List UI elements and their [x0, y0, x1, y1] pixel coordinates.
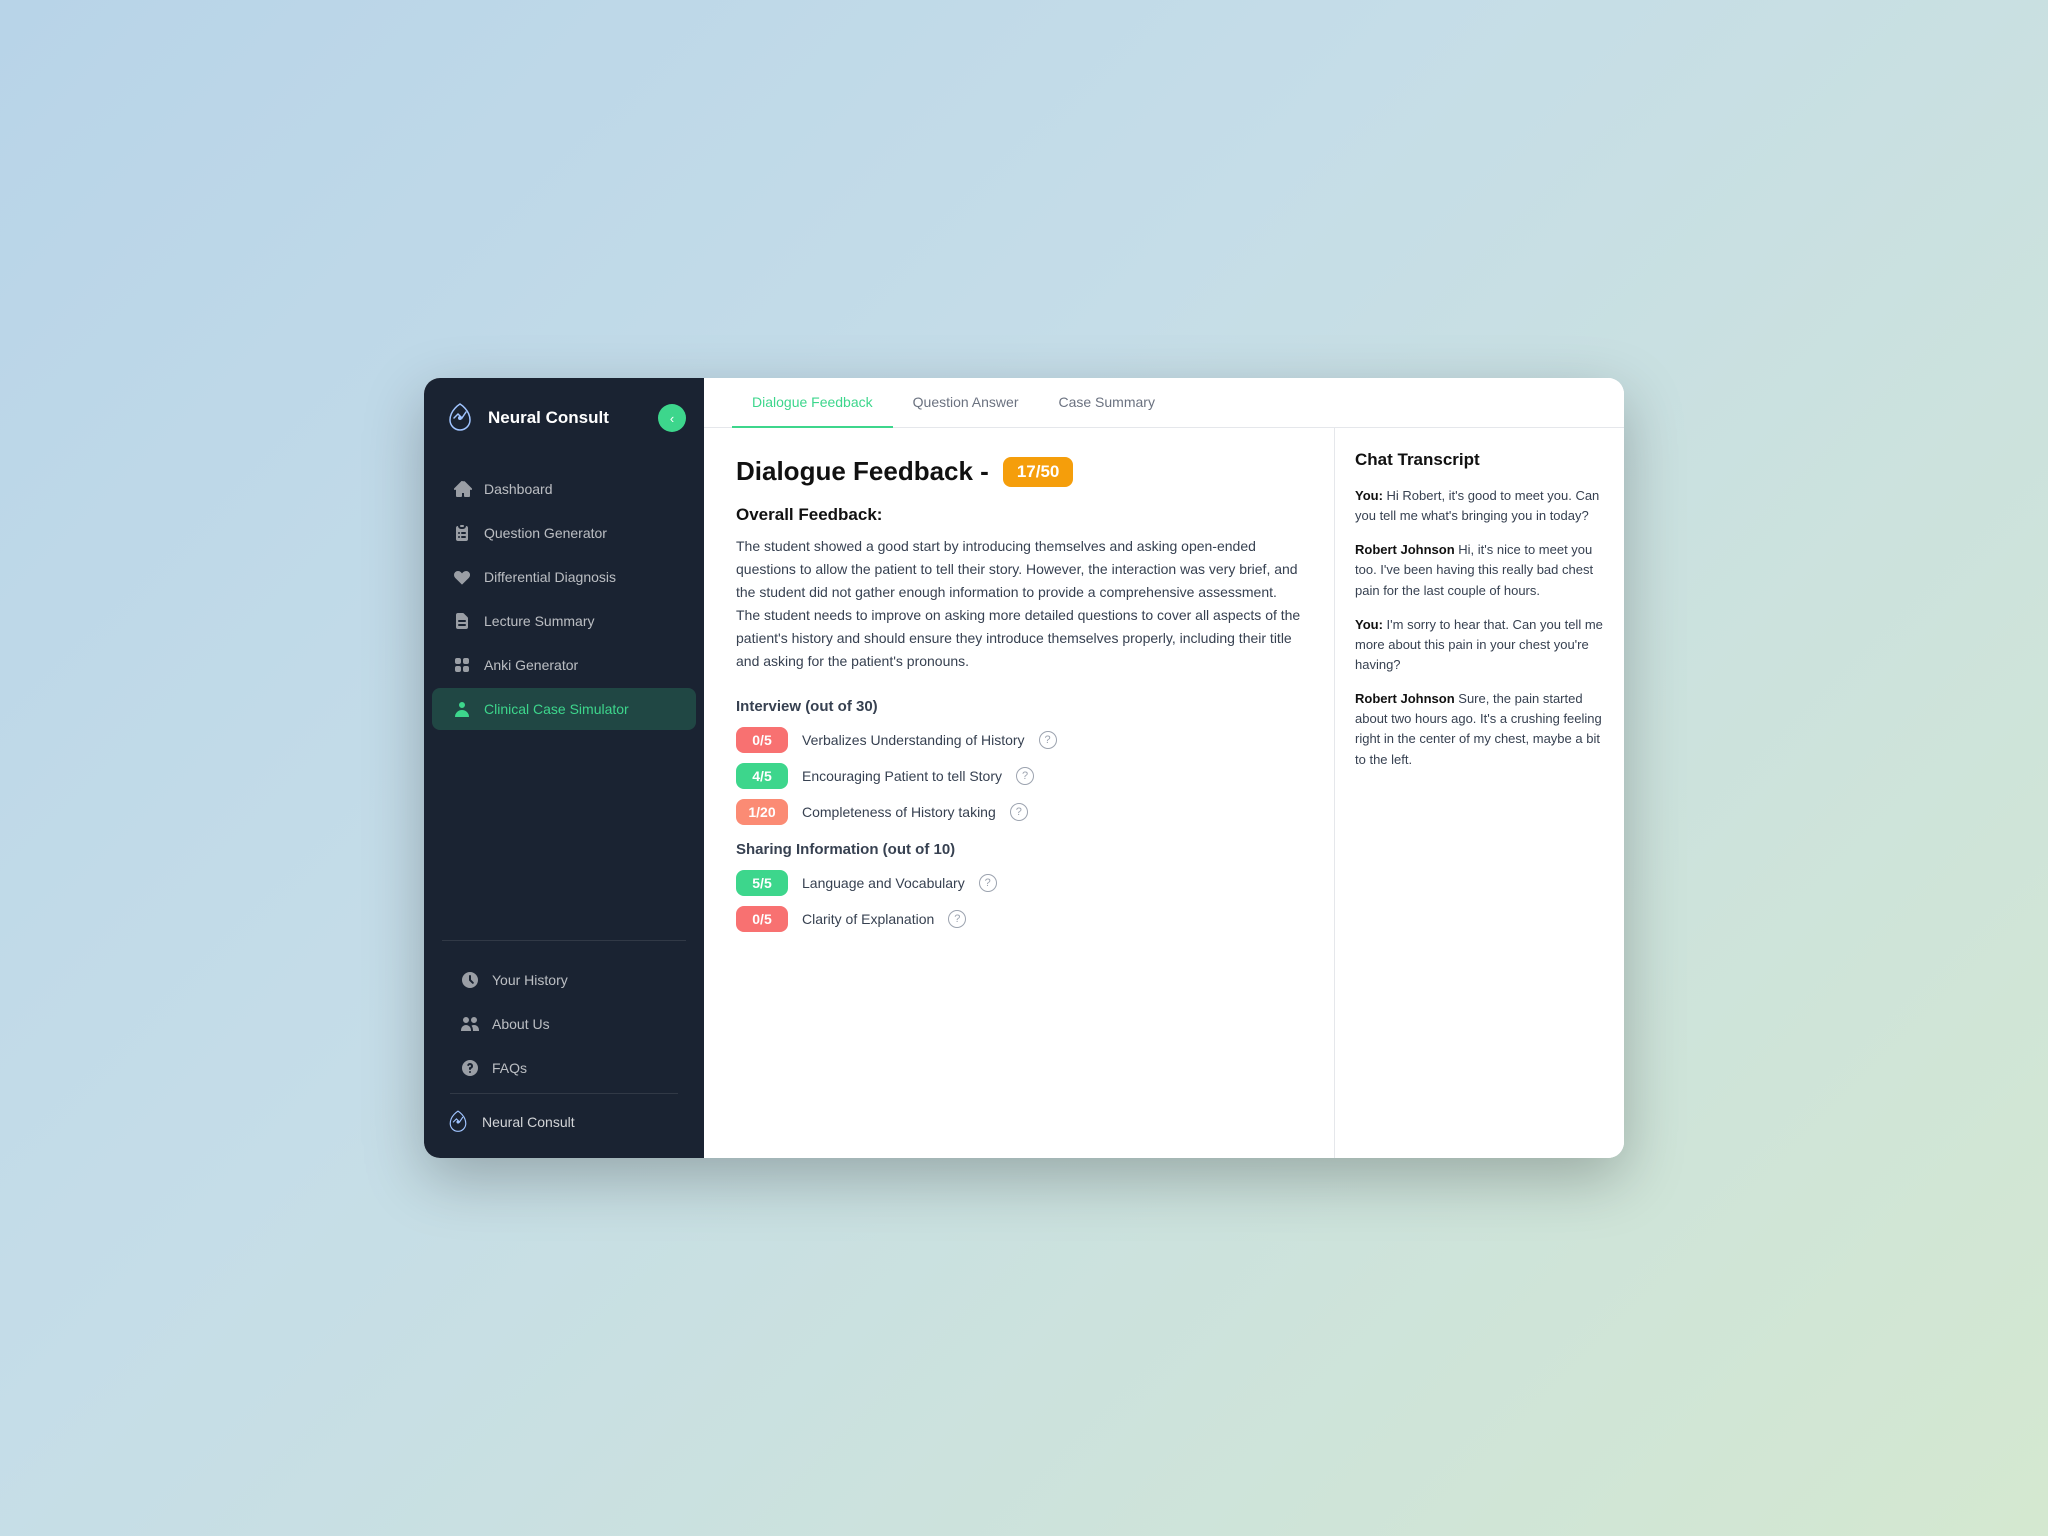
sidebar-footer: Your History About Us FAQs	[424, 945, 704, 1158]
sidebar-item-differential-diagnosis[interactable]: Differential Diagnosis	[432, 556, 696, 598]
app-container: Neural Consult ‹ Dashboard Question Gene…	[424, 378, 1624, 1158]
score-row-label-0: Verbalizes Understanding of History	[802, 732, 1025, 748]
sidebar-item-your-history[interactable]: Your History	[440, 959, 688, 1001]
chat-message-3: Robert Johnson Sure, the pain started ab…	[1355, 689, 1604, 770]
main-content: Dialogue Feedback Question Answer Case S…	[704, 378, 1624, 1158]
tab-dialogue-feedback[interactable]: Dialogue Feedback	[732, 378, 893, 428]
score-pill-2: 1/20	[736, 799, 788, 825]
sidebar: Neural Consult ‹ Dashboard Question Gene…	[424, 378, 704, 1158]
sidebar-item-label: Question Generator	[484, 525, 607, 541]
document-icon	[452, 611, 472, 631]
footer-brand-icon	[444, 1108, 472, 1136]
score-row-label-3: Language and Vocabulary	[802, 875, 965, 891]
interview-section-label: Interview (out of 30)	[736, 698, 1302, 715]
chat-panel: Chat Transcript You: Hi Robert, it's goo…	[1334, 428, 1624, 1158]
question-generator-icon	[452, 523, 472, 543]
overall-label: Overall Feedback:	[736, 505, 1302, 525]
sidebar-item-label: FAQs	[492, 1060, 527, 1076]
score-pill-3: 5/5	[736, 870, 788, 896]
score-row-2: 4/5 Encouraging Patient to tell Story ?	[736, 763, 1302, 789]
collapse-button[interactable]: ‹	[658, 404, 686, 432]
sidebar-item-anki-generator[interactable]: Anki Generator	[432, 644, 696, 686]
score-pill-0: 0/5	[736, 727, 788, 753]
question-circle-icon	[460, 1058, 480, 1078]
chat-title: Chat Transcript	[1355, 450, 1604, 470]
content-area: Dialogue Feedback - 17/50 Overall Feedba…	[704, 428, 1624, 1158]
sidebar-item-question-generator[interactable]: Question Generator	[432, 512, 696, 554]
chat-message-0: You: Hi Robert, it's good to meet you. C…	[1355, 486, 1604, 526]
sidebar-item-label: About Us	[492, 1016, 550, 1032]
tabs-bar: Dialogue Feedback Question Answer Case S…	[704, 378, 1624, 428]
grid-icon	[452, 655, 472, 675]
score-row-label-1: Encouraging Patient to tell Story	[802, 768, 1002, 784]
help-icon-4[interactable]: ?	[948, 910, 966, 928]
sidebar-item-label: Anki Generator	[484, 657, 578, 673]
feedback-title: Dialogue Feedback -	[736, 456, 989, 487]
score-row-1: 0/5 Verbalizes Understanding of History …	[736, 727, 1302, 753]
sidebar-item-label: Differential Diagnosis	[484, 569, 616, 585]
sidebar-item-label: Dashboard	[484, 481, 553, 497]
help-icon-2[interactable]: ?	[1010, 803, 1028, 821]
sidebar-item-clinical-case-simulator[interactable]: Clinical Case Simulator	[432, 688, 696, 730]
nav-section: Dashboard Question Generator Differentia…	[424, 458, 704, 936]
score-badge: 17/50	[1003, 457, 1074, 487]
help-icon-3[interactable]: ?	[979, 874, 997, 892]
sidebar-item-label: Lecture Summary	[484, 613, 594, 629]
help-icon-0[interactable]: ?	[1039, 731, 1057, 749]
footer-brand-name: Neural Consult	[482, 1114, 575, 1130]
person-icon	[452, 699, 472, 719]
score-row-label-2: Completeness of History taking	[802, 804, 996, 820]
sidebar-item-dashboard[interactable]: Dashboard	[432, 468, 696, 510]
sidebar-bottom-divider	[450, 1093, 678, 1094]
tab-case-summary[interactable]: Case Summary	[1038, 378, 1174, 428]
sidebar-header: Neural Consult ‹	[424, 378, 704, 458]
chat-message-2: You: I'm sorry to hear that. Can you tel…	[1355, 615, 1604, 675]
sidebar-item-label: Your History	[492, 972, 568, 988]
score-pill-1: 4/5	[736, 763, 788, 789]
score-pill-4: 0/5	[736, 906, 788, 932]
history-icon	[460, 970, 480, 990]
feedback-title-row: Dialogue Feedback - 17/50	[736, 456, 1302, 487]
brand-name: Neural Consult	[488, 408, 609, 428]
sidebar-divider	[442, 940, 686, 941]
score-row-5: 0/5 Clarity of Explanation ?	[736, 906, 1302, 932]
score-row-label-4: Clarity of Explanation	[802, 911, 934, 927]
feedback-panel: Dialogue Feedback - 17/50 Overall Feedba…	[704, 428, 1334, 1158]
overall-text: The student showed a good start by intro…	[736, 535, 1302, 674]
sidebar-item-about-us[interactable]: About Us	[440, 1003, 688, 1045]
home-icon	[452, 479, 472, 499]
sidebar-item-label: Clinical Case Simulator	[484, 701, 629, 717]
people-icon	[460, 1014, 480, 1034]
help-icon-1[interactable]: ?	[1016, 767, 1034, 785]
brand-icon	[442, 400, 478, 436]
score-row-4: 5/5 Language and Vocabulary ?	[736, 870, 1302, 896]
sharing-section-label: Sharing Information (out of 10)	[736, 841, 1302, 858]
sidebar-item-faqs[interactable]: FAQs	[440, 1047, 688, 1089]
sidebar-footer-brand: Neural Consult	[432, 1098, 696, 1146]
chat-message-1: Robert Johnson Hi, it's nice to meet you…	[1355, 540, 1604, 600]
sidebar-brand: Neural Consult	[442, 400, 609, 436]
tab-question-answer[interactable]: Question Answer	[893, 378, 1039, 428]
heart-icon	[452, 567, 472, 587]
score-row-3: 1/20 Completeness of History taking ?	[736, 799, 1302, 825]
sidebar-item-lecture-summary[interactable]: Lecture Summary	[432, 600, 696, 642]
